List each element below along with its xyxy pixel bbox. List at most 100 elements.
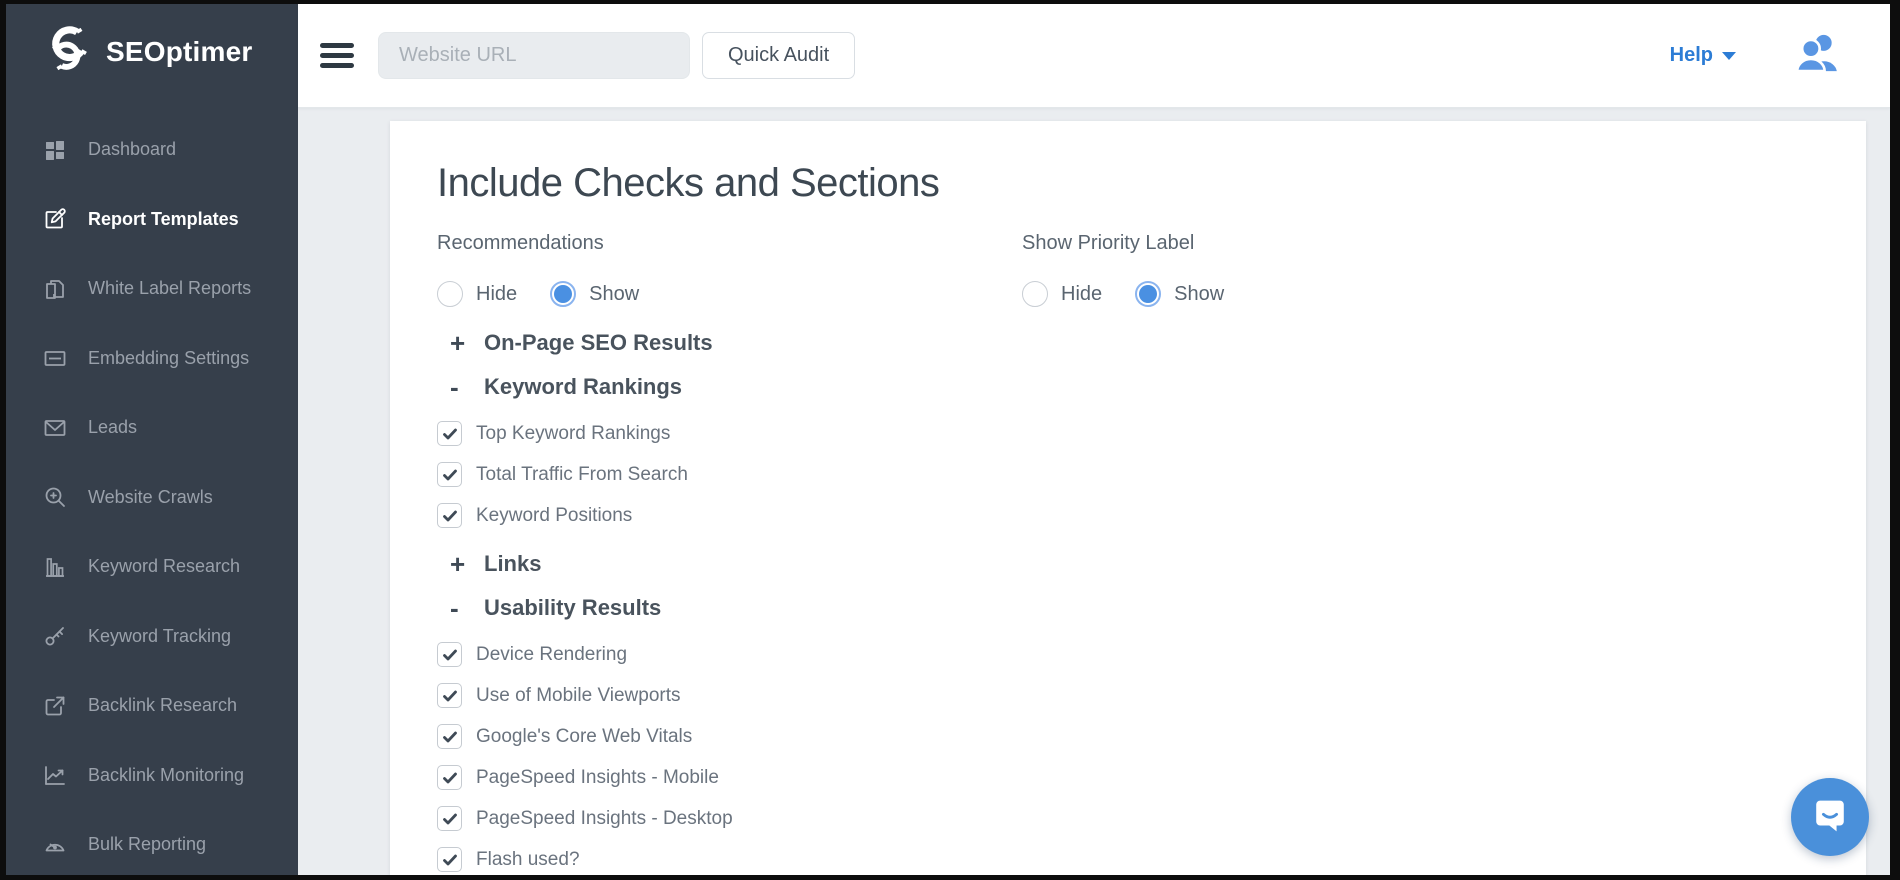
hamburger-menu-icon[interactable] — [320, 43, 354, 68]
check-googles-core-web-vitals[interactable]: Google's Core Web Vitals — [437, 716, 1826, 757]
check-label: Flash used? — [476, 849, 580, 871]
check-pagespeed-insights-desktop[interactable]: PageSpeed Insights - Desktop — [437, 798, 1826, 839]
section-keyword-rankings[interactable]: - Keyword Rankings — [437, 365, 1826, 409]
section-on-page-seo-results[interactable]: + On-Page SEO Results — [437, 321, 1826, 365]
section-title: Links — [484, 551, 541, 577]
collapse-minus-icon[interactable]: - — [450, 374, 484, 400]
chat-launcher-button[interactable] — [1791, 778, 1869, 856]
priority-label-group: Show Priority Label Hide Show — [1022, 232, 1607, 307]
sidebar-item-label: Keyword Research — [88, 556, 240, 577]
checkbox-checked[interactable] — [437, 642, 462, 667]
recommendations-hide-label[interactable]: Hide — [476, 283, 517, 306]
priority-show-label[interactable]: Show — [1174, 283, 1224, 306]
sidebar-item-white-label-reports[interactable]: White Label Reports — [6, 254, 298, 324]
sidebar-item-label: Website Crawls — [88, 487, 213, 508]
checkbox-checked[interactable] — [437, 683, 462, 708]
sidebar-item-backlink-research[interactable]: Backlink Research — [6, 671, 298, 741]
checkbox-checked[interactable] — [437, 765, 462, 790]
content-area: Include Checks and Sections Recommendati… — [298, 108, 1890, 875]
section-title: On-Page SEO Results — [484, 330, 713, 356]
chat-bubble-icon — [1809, 794, 1851, 841]
check-keyword-positions[interactable]: Keyword Positions — [437, 495, 1826, 536]
check-label: PageSpeed Insights - Mobile — [476, 767, 719, 789]
dashboard-icon — [42, 137, 68, 163]
section-title: Usability Results — [484, 595, 661, 621]
topbar: Quick Audit Help — [298, 4, 1890, 108]
quick-audit-button[interactable]: Quick Audit — [702, 32, 855, 79]
external-link-icon — [42, 693, 68, 719]
check-device-rendering[interactable]: Device Rendering — [437, 634, 1826, 675]
recommendations-label: Recommendations — [437, 232, 1022, 255]
search-plus-icon — [42, 484, 68, 510]
website-url-input[interactable] — [378, 32, 690, 79]
embed-card-icon — [42, 345, 68, 371]
check-label: Google's Core Web Vitals — [476, 726, 692, 748]
options-row: Recommendations Hide Show Show Priority … — [437, 232, 1826, 307]
checkbox-checked[interactable] — [437, 462, 462, 487]
checkbox-checked[interactable] — [437, 503, 462, 528]
section-usability-results[interactable]: - Usability Results — [437, 586, 1826, 630]
check-label: Use of Mobile Viewports — [476, 685, 681, 707]
sidebar-item-label: Leads — [88, 417, 137, 438]
checkbox-checked[interactable] — [437, 724, 462, 749]
collapse-minus-icon[interactable]: - — [450, 595, 484, 621]
sidebar-item-leads[interactable]: Leads — [6, 393, 298, 463]
checkbox-checked[interactable] — [437, 806, 462, 831]
recommendations-show-label[interactable]: Show — [589, 283, 639, 306]
check-top-keyword-rankings[interactable]: Top Keyword Rankings — [437, 413, 1826, 454]
recommendations-hide-radio[interactable] — [437, 281, 463, 307]
page-title: Include Checks and Sections — [437, 161, 1826, 206]
sidebar: SEOptimer Dashboard — [6, 4, 298, 875]
gauge-icon — [42, 832, 68, 858]
recommendations-radio-row: Hide Show — [437, 281, 1022, 307]
account-users-button[interactable] — [1794, 33, 1840, 78]
priority-hide-label[interactable]: Hide — [1061, 283, 1102, 306]
check-label: Device Rendering — [476, 644, 627, 666]
sidebar-item-dashboard[interactable]: Dashboard — [6, 115, 298, 185]
sidebar-item-website-crawls[interactable]: Website Crawls — [6, 463, 298, 533]
check-label: PageSpeed Insights - Desktop — [476, 808, 733, 830]
check-pagespeed-insights-mobile[interactable]: PageSpeed Insights - Mobile — [437, 757, 1826, 798]
logo-text: SEOptimer — [106, 36, 253, 68]
check-use-of-mobile-viewports[interactable]: Use of Mobile Viewports — [437, 675, 1826, 716]
check-label: Top Keyword Rankings — [476, 423, 670, 445]
settings-card: Include Checks and Sections Recommendati… — [390, 121, 1866, 875]
sidebar-item-keyword-tracking[interactable]: Keyword Tracking — [6, 602, 298, 672]
sidebar-item-label: Backlink Research — [88, 695, 237, 716]
check-label: Total Traffic From Search — [476, 464, 688, 486]
help-label: Help — [1670, 44, 1713, 67]
usability-results-checks: Device Rendering Use of Mobile Viewports… — [437, 634, 1826, 875]
app-logo[interactable]: SEOptimer — [6, 4, 298, 79]
sidebar-item-embedding-settings[interactable]: Embedding Settings — [6, 324, 298, 394]
expand-plus-icon[interactable]: + — [450, 551, 484, 577]
envelope-icon — [42, 415, 68, 441]
priority-show-radio[interactable] — [1135, 281, 1161, 307]
key-icon — [42, 623, 68, 649]
keyword-rankings-checks: Top Keyword Rankings Total Traffic From … — [437, 413, 1826, 536]
sidebar-nav: Dashboard Report Templates — [6, 115, 298, 875]
expand-plus-icon[interactable]: + — [450, 330, 484, 356]
help-menu[interactable]: Help — [1670, 44, 1736, 67]
bar-chart-icon — [42, 554, 68, 580]
section-links[interactable]: + Links — [437, 542, 1826, 586]
priority-hide-radio[interactable] — [1022, 281, 1048, 307]
sidebar-item-backlink-monitoring[interactable]: Backlink Monitoring — [6, 741, 298, 811]
sidebar-item-label: Embedding Settings — [88, 348, 249, 369]
sidebar-item-keyword-research[interactable]: Keyword Research — [6, 532, 298, 602]
sidebar-item-label: White Label Reports — [88, 278, 251, 299]
sidebar-item-report-templates[interactable]: Report Templates — [6, 185, 298, 255]
line-chart-icon — [42, 762, 68, 788]
recommendations-show-radio[interactable] — [550, 281, 576, 307]
check-total-traffic-from-search[interactable]: Total Traffic From Search — [437, 454, 1826, 495]
priority-radio-row: Hide Show — [1022, 281, 1607, 307]
chevron-down-icon — [1722, 52, 1736, 60]
copy-icon — [42, 276, 68, 302]
sidebar-item-bulk-reporting[interactable]: Bulk Reporting — [6, 810, 298, 875]
sections-list: + On-Page SEO Results - Keyword Rankings… — [437, 321, 1826, 875]
check-flash-used[interactable]: Flash used? — [437, 839, 1826, 875]
users-icon — [1794, 33, 1840, 78]
sidebar-item-label: Bulk Reporting — [88, 834, 206, 855]
checkbox-checked[interactable] — [437, 421, 462, 446]
app-window: SEOptimer Dashboard — [6, 4, 1890, 875]
checkbox-checked[interactable] — [437, 847, 462, 872]
